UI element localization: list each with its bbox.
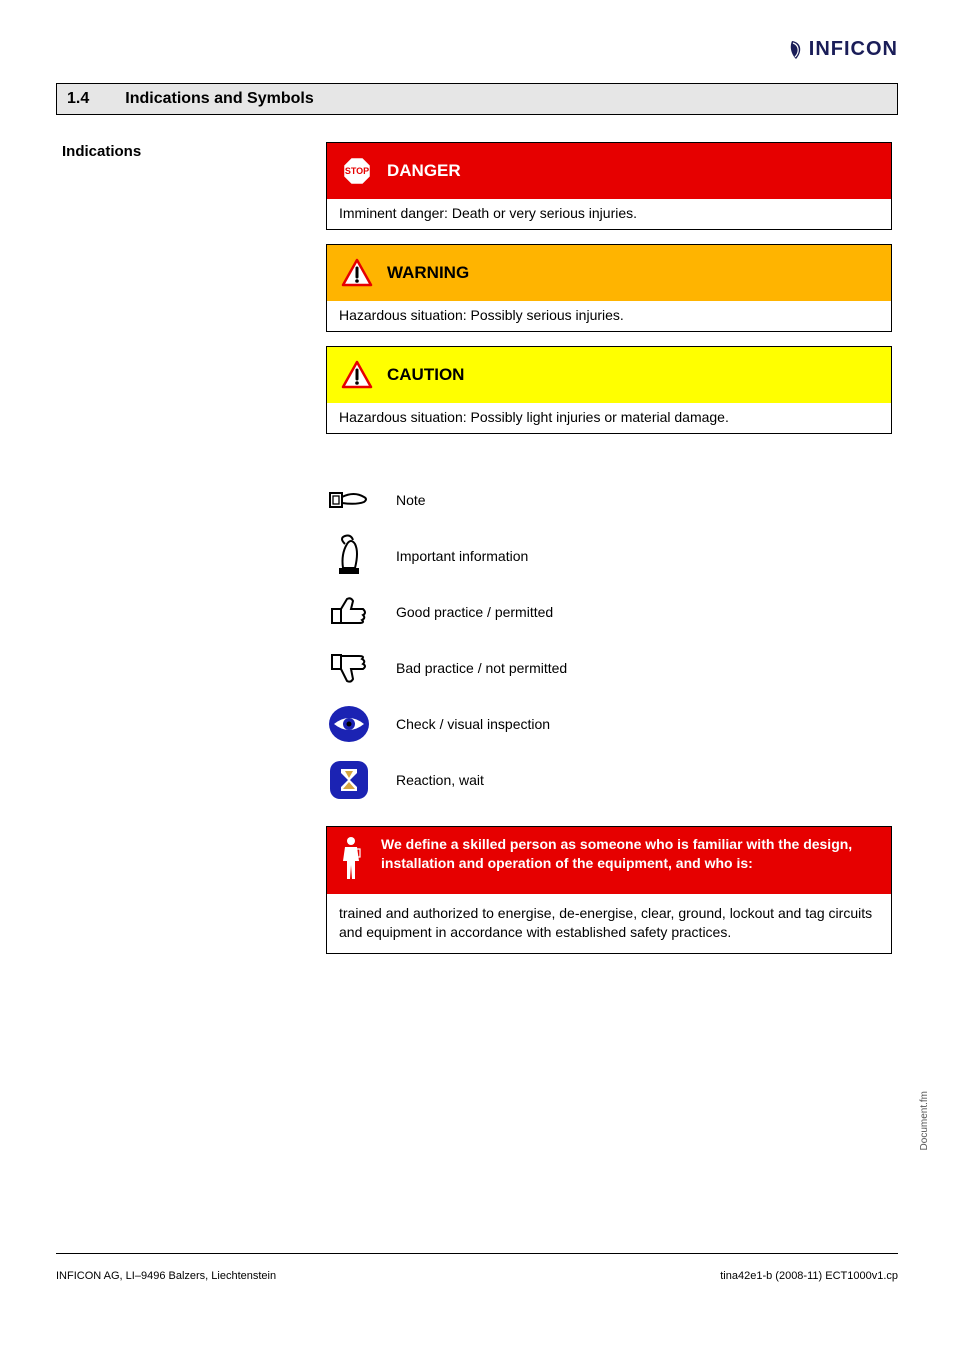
brand-mark-icon [786, 39, 806, 61]
caution-box: CAUTION Hazardous situation: Possibly li… [326, 346, 892, 434]
thumbs-down-icon [326, 651, 372, 685]
svg-text:STOP: STOP [345, 166, 369, 176]
check-text: Check / visual inspection [396, 715, 892, 734]
brand-text: INFICON [809, 38, 898, 61]
warning-text: Hazardous situation: Possibly serious in… [327, 301, 891, 331]
skilled-person-heading: We define a skilled person as someone wh… [381, 835, 879, 873]
thumbs-up-icon [326, 595, 372, 629]
stop-icon: STOP [339, 153, 375, 189]
symbol-row-check: Check / visual inspection [326, 702, 892, 746]
skilled-person-box: We define a skilled person as someone wh… [326, 826, 892, 954]
warning-box: WARNING Hazardous situation: Possibly se… [326, 244, 892, 332]
caution-title: CAUTION [387, 365, 464, 385]
eye-icon [326, 703, 372, 745]
reminder-finger-icon [326, 534, 372, 578]
warning-title: WARNING [387, 263, 469, 283]
caution-triangle-icon [339, 357, 375, 393]
person-icon [339, 835, 369, 886]
danger-box: STOP DANGER Imminent danger: Death or ve… [326, 142, 892, 230]
wait-text: Reaction, wait [396, 771, 892, 790]
important-text: Important information [396, 547, 892, 566]
danger-text: Imminent danger: Death or very serious i… [327, 199, 891, 229]
warning-triangle-icon [339, 255, 375, 291]
symbol-row-good: Good practice / permitted [326, 590, 892, 634]
symbol-row-note: Note [326, 478, 892, 522]
footer-right: tina42e1-b (2008-11) ECT1000v1.cp [720, 1270, 898, 1282]
brand-logo: INFICON [786, 38, 898, 61]
good-text: Good practice / permitted [396, 603, 892, 622]
symbol-row-bad: Bad practice / not permitted [326, 646, 892, 690]
caution-text: Hazardous situation: Possibly light inju… [327, 403, 891, 433]
note-text: Note [396, 491, 892, 510]
hourglass-icon [326, 759, 372, 801]
section-header: 1.4 Indications and Symbols [56, 83, 898, 115]
symbol-row-wait: Reaction, wait [326, 758, 892, 802]
side-note: Document.fm [919, 1091, 930, 1150]
symbol-row-important: Important information [326, 534, 892, 578]
skilled-person-body: trained and authorized to energise, de-e… [327, 894, 891, 953]
section-title: Indications and Symbols [125, 90, 313, 108]
bad-text: Bad practice / not permitted [396, 659, 892, 678]
danger-title: DANGER [387, 161, 461, 181]
section-number: 1.4 [67, 90, 89, 108]
pointing-hand-icon [326, 485, 372, 515]
footer-left: INFICON AG, LI–9496 Balzers, Liechtenste… [56, 1270, 276, 1282]
